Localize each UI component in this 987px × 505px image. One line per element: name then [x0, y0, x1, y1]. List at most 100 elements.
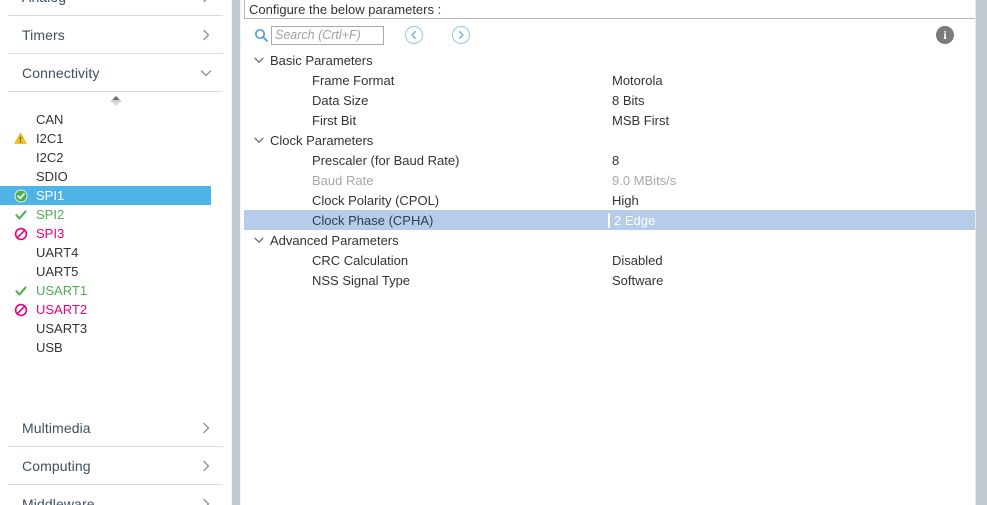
param-group-label: Clock Parameters: [270, 132, 374, 148]
param-row[interactable]: Frame Format Motorola: [244, 70, 975, 90]
info-icon[interactable]: i: [936, 26, 954, 44]
peripheral-item-uart4[interactable]: UART4: [0, 243, 231, 262]
chevron-right-icon: [199, 421, 213, 435]
search-prev-button[interactable]: [405, 26, 423, 44]
peripheral-item-i2c2[interactable]: I2C2: [0, 148, 231, 167]
peripheral-item-usart1[interactable]: USART1: [0, 281, 231, 300]
param-group-header[interactable]: Clock Parameters: [244, 130, 975, 150]
param-row[interactable]: First Bit MSB First: [244, 110, 975, 130]
configure-header-label: Configure the below parameters :: [249, 1, 442, 17]
chevron-right-icon-glyph: [203, 29, 210, 40]
param-row[interactable]: NSS Signal Type Software: [244, 270, 975, 290]
status-ok-icon: [15, 285, 27, 295]
parameters-tree: Basic Parameters Frame Format Motorola Data…: [244, 50, 976, 505]
param-name: Baud Rate: [312, 172, 374, 188]
status-blocked-icon: [14, 303, 28, 316]
param-value[interactable]: MSB First: [612, 113, 669, 128]
search-input[interactable]: [271, 25, 384, 45]
chevron-right-icon-glyph: [203, 0, 206, 2]
chevron-down-icon: [253, 234, 265, 246]
sidebar-scroll-indicator[interactable]: [0, 92, 231, 110]
categories-sidebar: Analog Timers Connectivity CAN I2C1 I2C2 SDIO…: [0, 0, 231, 505]
chevron-right-icon: [199, 497, 213, 505]
search-next-button[interactable]: [452, 26, 470, 44]
chevron-right-icon: [199, 459, 213, 473]
peripheral-item-usart2[interactable]: USART2: [0, 300, 231, 319]
peripheral-status-icon: [14, 321, 32, 336]
peripheral-label: CAN: [36, 112, 64, 127]
sidebar-section-label: Analog: [22, 0, 66, 5]
param-name: CRC Calculation: [312, 252, 409, 268]
param-name: Prescaler (for Baud Rate): [312, 152, 460, 168]
peripheral-item-usb[interactable]: USB: [0, 338, 231, 357]
param-row[interactable]: CRC Calculation Disabled: [244, 250, 975, 270]
param-value[interactable]: 8 Bits: [612, 93, 645, 108]
param-row[interactable]: Data Size 8 Bits: [244, 90, 975, 110]
param-group-header[interactable]: Advanced Parameters: [244, 230, 975, 250]
scroll-up-indicator[interactable]: [0, 92, 231, 110]
right-edge-strip: [975, 0, 987, 505]
param-value[interactable]: Disabled: [612, 253, 663, 268]
peripheral-status-icon: [14, 131, 32, 146]
peripheral-status-icon: [14, 207, 32, 222]
peripheral-status-icon: [14, 264, 32, 279]
chevron-right-icon-glyph: [203, 498, 210, 505]
peripheral-label: USART1: [36, 283, 88, 298]
param-name: Clock Phase (CPHA): [312, 212, 434, 228]
peripheral-label: SDIO: [36, 169, 68, 184]
peripheral-label: USART2: [36, 302, 88, 317]
parameters-toolbar: i: [244, 20, 981, 50]
peripheral-status-icon: [14, 340, 32, 355]
param-row[interactable]: Clock Polarity (CPOL) High: [244, 190, 975, 210]
param-name: Data Size: [312, 92, 369, 108]
sidebar-section-label: Timers: [22, 26, 65, 43]
peripheral-label: USB: [36, 340, 63, 355]
param-group-label: Basic Parameters: [270, 52, 373, 68]
peripheral-label: SPI3: [36, 226, 65, 241]
peripheral-label: SPI1: [36, 188, 65, 203]
sidebar-section-computing[interactable]: Computing: [8, 447, 223, 485]
sidebar-section-analog[interactable]: Analog: [8, 0, 223, 16]
param-group-header[interactable]: Basic Parameters: [244, 50, 975, 70]
peripheral-label: I2C2: [36, 150, 64, 165]
param-name: NSS Signal Type: [312, 272, 411, 288]
peripheral-status-icon: [14, 302, 32, 317]
panel-splitter[interactable]: [231, 0, 241, 505]
peripheral-status-icon: [14, 112, 32, 127]
peripheral-item-spi1[interactable]: SPI1: [0, 186, 211, 205]
peripheral-item-uart5[interactable]: UART5: [0, 262, 231, 281]
param-value[interactable]: 9.0 MBits/s: [612, 173, 676, 188]
sidebar-section-connectivity[interactable]: Connectivity: [8, 54, 223, 92]
param-value[interactable]: Motorola: [612, 73, 663, 88]
peripheral-item-spi3[interactable]: SPI3: [0, 224, 231, 243]
peripheral-label: UART4: [36, 245, 79, 260]
sidebar-section-timers[interactable]: Timers: [8, 16, 223, 54]
sidebar-section-multimedia[interactable]: Multimedia: [8, 409, 223, 447]
peripheral-item-i2c1[interactable]: I2C1: [0, 129, 231, 148]
peripheral-status-icon: [14, 226, 32, 241]
param-value[interactable]: High: [612, 193, 639, 208]
sidebar-section-label: Connectivity: [22, 64, 100, 81]
peripheral-item-spi2[interactable]: SPI2: [0, 205, 231, 224]
sidebar-section-label: Computing: [22, 457, 91, 474]
chevron-down-icon: [253, 134, 265, 146]
chevron-right-icon-glyph: [203, 460, 210, 471]
peripheral-item-usart3[interactable]: USART3: [0, 319, 231, 338]
param-row[interactable]: Prescaler (for Baud Rate) 8: [244, 150, 975, 170]
param-value[interactable]: Software: [612, 273, 663, 288]
sidebar-section-middleware[interactable]: Middleware: [8, 485, 223, 505]
splitter-bar[interactable]: [232, 0, 240, 505]
param-value[interactable]: 8: [612, 153, 619, 168]
param-name: First Bit: [312, 112, 357, 128]
peripheral-item-sdio[interactable]: SDIO: [0, 167, 231, 186]
chevron-right-icon: [199, 28, 213, 42]
param-row[interactable]: Clock Phase (CPHA) 2 Edge: [244, 210, 976, 230]
peripheral-status-icon: [14, 245, 32, 260]
peripheral-item-can[interactable]: CAN: [0, 110, 231, 129]
peripheral-list: CAN I2C1 I2C2 SDIO SPI1 SPI2 SPI3 UART4 UART5 USA…: [0, 110, 231, 357]
param-row[interactable]: Baud Rate 9.0 MBits/s: [244, 170, 975, 190]
peripheral-status-icon: [14, 169, 32, 184]
param-value[interactable]: 2 Edge: [608, 212, 655, 228]
peripheral-label: SPI2: [36, 207, 65, 222]
chevron-right-icon: [459, 31, 464, 39]
